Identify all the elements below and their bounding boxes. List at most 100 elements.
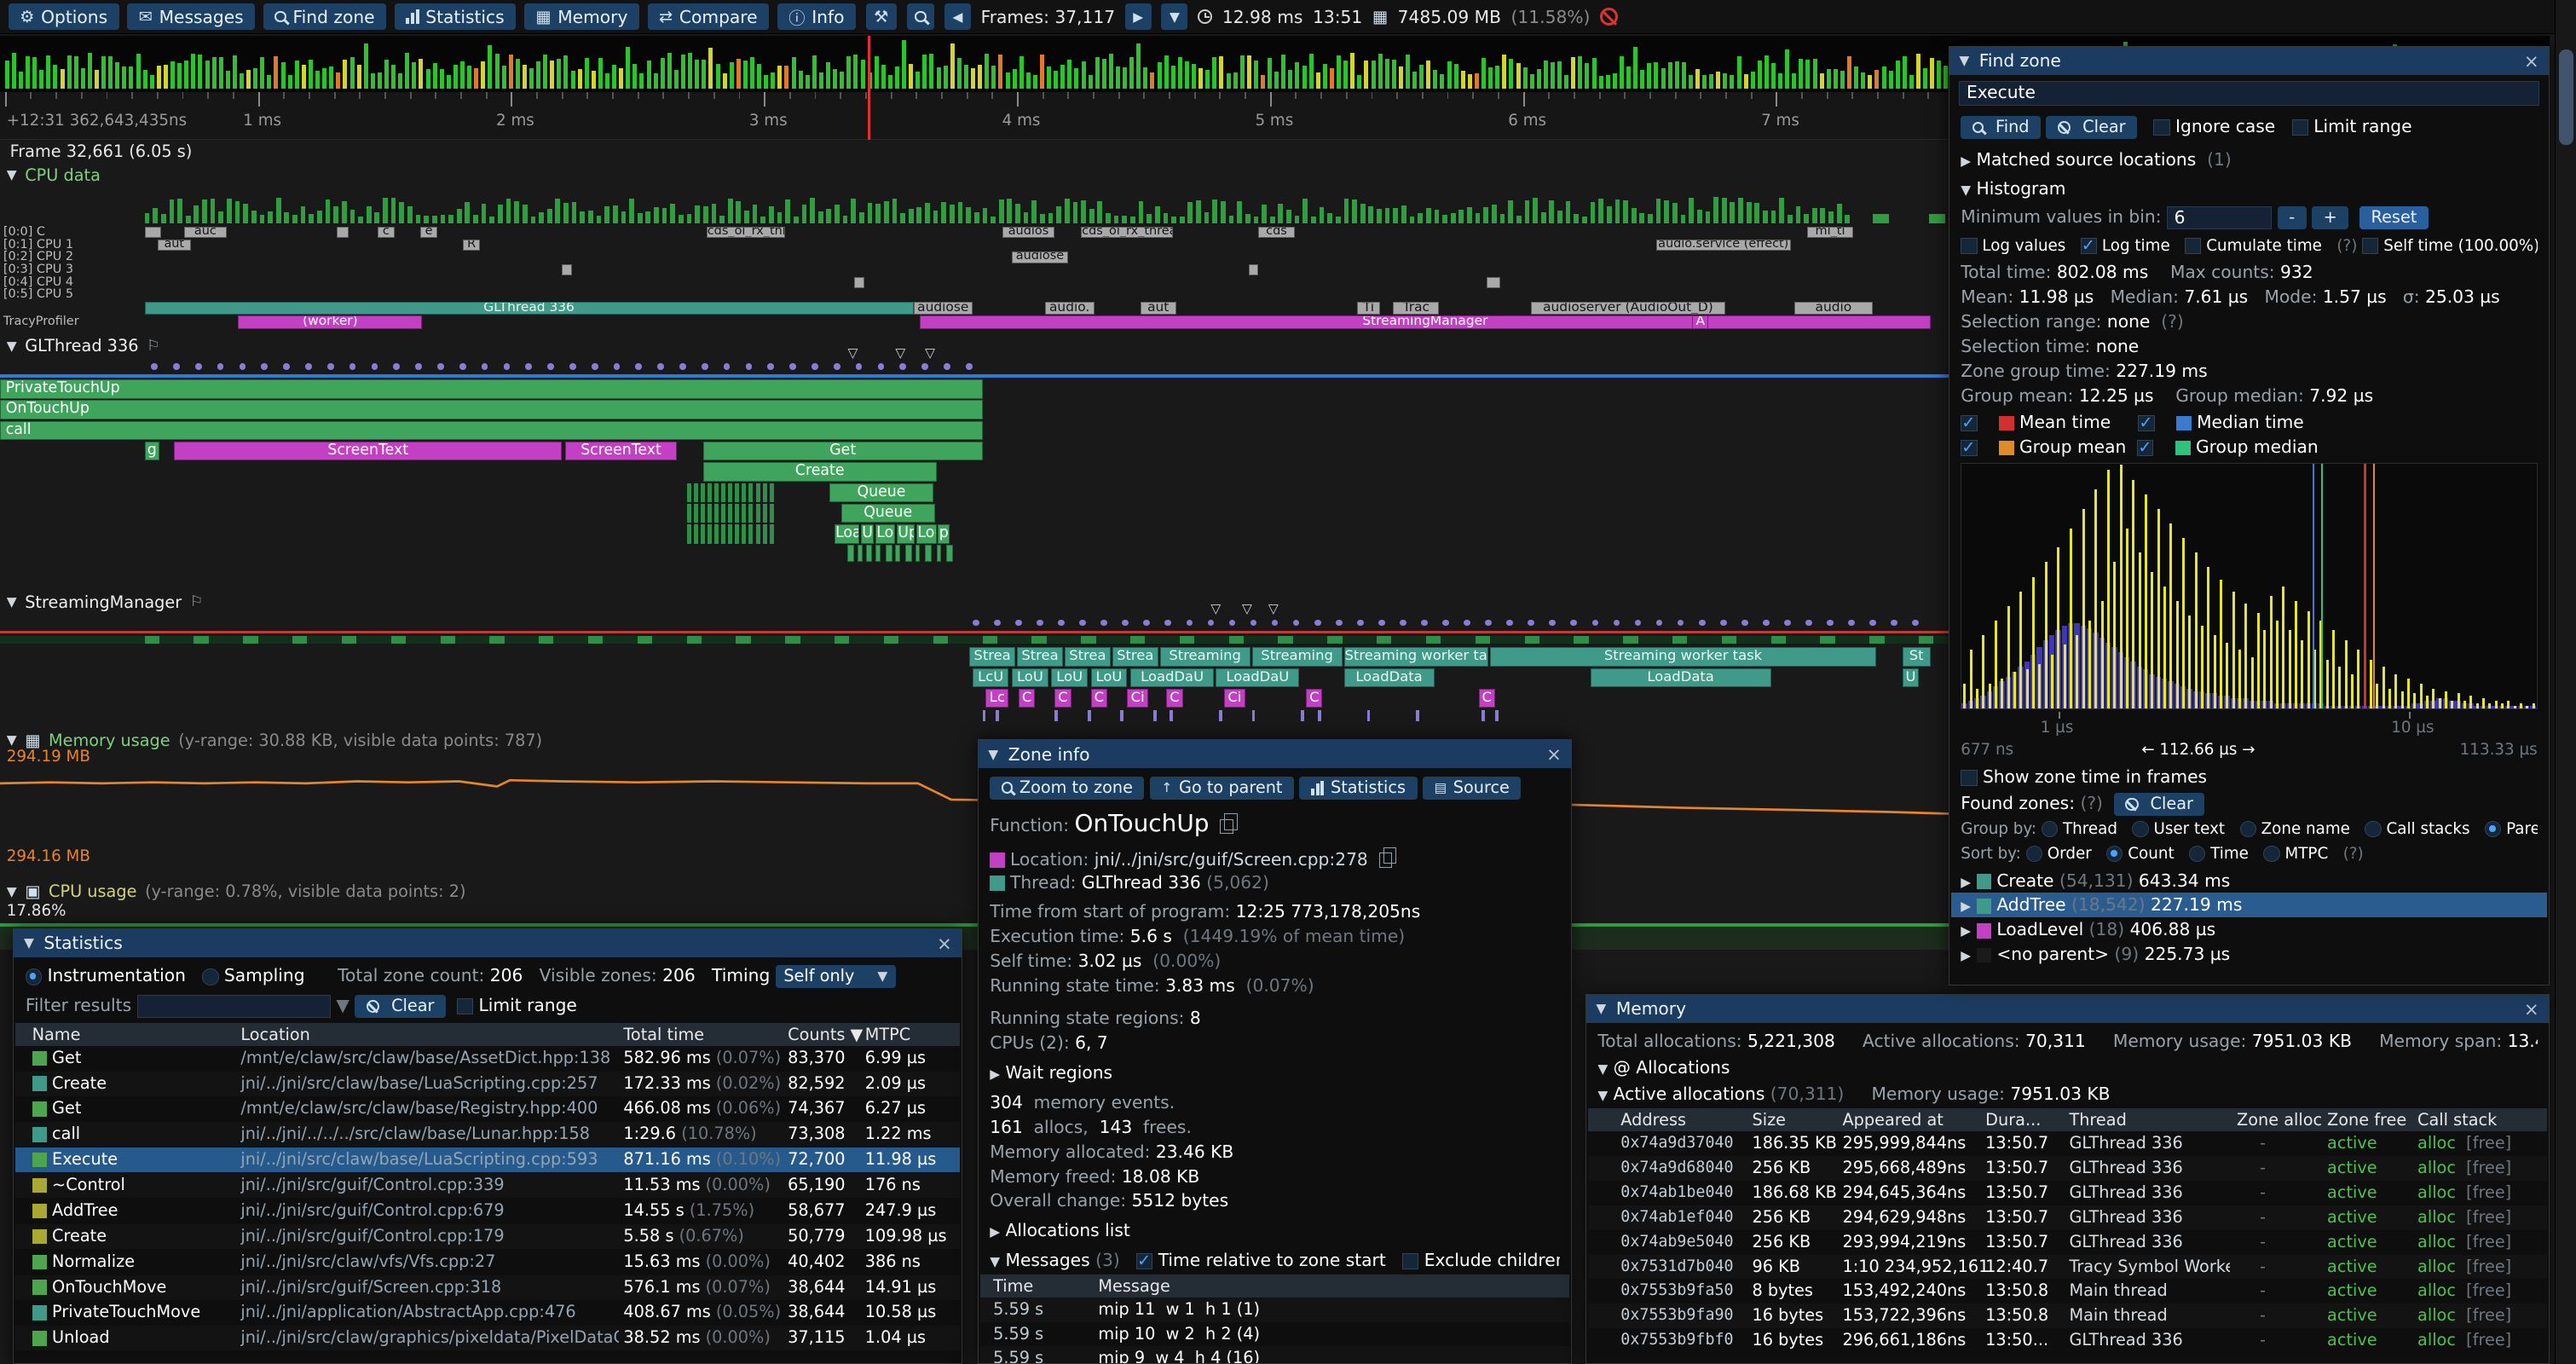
expander-icon[interactable]: ▼ — [1961, 182, 1971, 198]
toolbar-button-info[interactable]: ⓘInfo — [777, 3, 856, 30]
message-marker-icon[interactable]: ▽ — [895, 347, 905, 360]
timeline-zone[interactable]: c — [378, 227, 394, 238]
timeline-zone[interactable] — [337, 227, 348, 238]
timeline-zone[interactable]: LcU — [973, 668, 1008, 687]
clear-filter-button[interactable]: Clear — [355, 995, 446, 1018]
collapse-icon[interactable]: ▼ — [7, 884, 17, 899]
alloc-link[interactable]: alloc — [2417, 1207, 2456, 1227]
timeline-zone[interactable]: Ci — [1224, 689, 1245, 708]
timeline-zone[interactable]: Queue — [829, 483, 933, 502]
median-time-checkbox[interactable] — [2138, 415, 2154, 431]
message-dot[interactable] — [1143, 620, 1150, 627]
ignore-case-checkbox[interactable] — [2153, 119, 2169, 136]
timeline-zone[interactable]: A — [1692, 315, 1708, 329]
found-zone-group[interactable]: ▶ LoadLevel (18) 406.88 µs — [1951, 917, 2548, 942]
message-dot[interactable] — [1635, 620, 1642, 627]
group-by-radio[interactable] — [2365, 821, 2381, 837]
timeline-zone[interactable]: Lc — [985, 689, 1008, 708]
table-row[interactable]: Createjni/../jni/src/claw/base/LuaScript… — [15, 1072, 960, 1096]
timeline-zone[interactable]: LoadData — [1344, 668, 1435, 687]
message-dot[interactable] — [1506, 620, 1513, 627]
toolbar-button-messages[interactable]: ✉Messages — [127, 3, 255, 30]
message-dot[interactable] — [327, 363, 334, 370]
collapse-icon[interactable]: ▼ — [7, 338, 17, 354]
message-dot[interactable] — [1528, 620, 1534, 627]
timeline-zone[interactable]: Strea — [969, 647, 1015, 666]
alloc-link[interactable]: alloc — [2417, 1257, 2456, 1276]
group-by-radio[interactable] — [2240, 821, 2256, 837]
found-zone-group[interactable]: ▶ AddTree (18,542) 227.19 ms — [1951, 893, 2548, 917]
message-dot[interactable] — [1100, 620, 1107, 627]
timeline-zone[interactable]: audiose — [1012, 251, 1068, 263]
timeline-zone[interactable]: Strea — [1017, 647, 1063, 666]
table-row[interactable]: Unloadjni/../jni/src/claw/graphics/pixel… — [15, 1326, 960, 1350]
collapse-icon[interactable]: ▼ — [7, 732, 17, 748]
message-dot[interactable] — [1378, 620, 1385, 627]
table-row[interactable]: PrivateTouchMovejni/../jni/application/A… — [15, 1300, 960, 1325]
timeline-zone[interactable] — [1249, 264, 1259, 275]
timeline-zone[interactable]: C — [1019, 689, 1035, 708]
column-header[interactable]: Zone alloc — [2237, 1110, 2322, 1130]
found-zone-group[interactable]: ▶ Create (54,131) 643.34 ms — [1951, 869, 2548, 893]
message-dot[interactable] — [305, 363, 312, 370]
pin-icon[interactable]: ⚐ — [147, 338, 160, 355]
streaming-header[interactable]: ▼ StreamingManager ⚐ — [7, 592, 204, 613]
alloc-link[interactable]: alloc — [2417, 1232, 2456, 1251]
table-row[interactable]: OnTouchMovejni/../jni/src/guif/Screen.cp… — [15, 1275, 960, 1300]
timeline-zone[interactable]: U — [1903, 668, 1919, 687]
message-dot[interactable] — [1336, 620, 1343, 627]
pin-icon[interactable]: ⚐ — [190, 593, 204, 610]
group-median-checkbox[interactable] — [2137, 440, 2153, 456]
timeline-zone[interactable]: g — [145, 442, 159, 460]
decrease-button[interactable]: - — [2278, 206, 2307, 229]
allocation-row[interactable]: 0x74ab1be040186.68 KB294,645,364ns13:50.… — [1588, 1181, 2547, 1205]
sort-by-radio[interactable] — [2263, 846, 2279, 862]
message-dot[interactable] — [994, 620, 1001, 627]
message-dot[interactable] — [349, 363, 356, 370]
timeline-zone[interactable]: Strea — [1065, 647, 1111, 666]
timeline-zone[interactable]: Loa — [835, 524, 859, 543]
timeline-zone[interactable]: C — [1054, 689, 1071, 708]
message-dot[interactable] — [1720, 620, 1727, 627]
expander-icon[interactable]: ▼ — [990, 1254, 1000, 1269]
limit-range-checkbox[interactable] — [457, 998, 473, 1014]
find-zone-search-input[interactable]: Execute — [1959, 81, 2538, 106]
message-dot[interactable] — [1592, 620, 1599, 627]
timeline-zone[interactable] — [145, 227, 161, 238]
mean-time-checkbox[interactable] — [1961, 415, 1977, 431]
timeline-zone[interactable]: audio — [1794, 302, 1874, 315]
message-dot[interactable] — [834, 363, 840, 370]
timeline-zone[interactable]: audios — [1002, 227, 1055, 238]
copy-icon[interactable] — [1220, 819, 1233, 834]
message-dot[interactable] — [1442, 620, 1449, 627]
search-button[interactable] — [907, 3, 935, 30]
message-dot[interactable] — [767, 363, 774, 370]
message-dot[interactable] — [415, 363, 422, 370]
timeline-zone[interactable]: (worker) — [238, 315, 422, 329]
expander-icon[interactable]: ▶ — [1961, 948, 1971, 963]
message-dot[interactable] — [195, 363, 202, 370]
instrumentation-radio[interactable] — [26, 968, 42, 985]
column-header[interactable]: Appeared at — [1842, 1110, 1943, 1130]
message-dot[interactable] — [811, 363, 818, 370]
table-row[interactable]: Executejni/../jni/src/claw/base/LuaScrip… — [15, 1147, 960, 1172]
vertical-scrollbar[interactable] — [2555, 0, 2576, 1364]
go-to-parent-button[interactable]: ↑Go to parent — [1150, 777, 1294, 800]
next-frame-button[interactable]: ▶ — [1125, 3, 1152, 30]
timeline-zone[interactable]: call — [0, 421, 983, 440]
message-dot[interactable] — [437, 363, 444, 370]
column-header[interactable]: Address — [1620, 1110, 1686, 1130]
timeline-zone[interactable]: PrivateTouchUp — [0, 379, 983, 398]
collapse-icon[interactable]: ▼ — [988, 747, 998, 762]
timeline-zone[interactable]: OnTouchUp — [0, 400, 983, 419]
message-dot[interactable] — [569, 363, 576, 370]
toolbar-button-compare[interactable]: ⇄Compare — [648, 3, 770, 30]
copy-icon[interactable] — [1379, 852, 1392, 867]
column-header[interactable]: Dura... — [1985, 1110, 2041, 1130]
timeline-zone[interactable] — [1487, 277, 1499, 288]
message-dot[interactable] — [240, 363, 246, 370]
allocation-row[interactable]: 0x74ab9e5040256 KB293,994,219ns13:50.7GL… — [1588, 1230, 2547, 1255]
message-dot[interactable] — [592, 363, 598, 370]
expander-icon[interactable]: ▶ — [1961, 153, 1971, 169]
close-icon[interactable]: × — [1546, 743, 1562, 765]
